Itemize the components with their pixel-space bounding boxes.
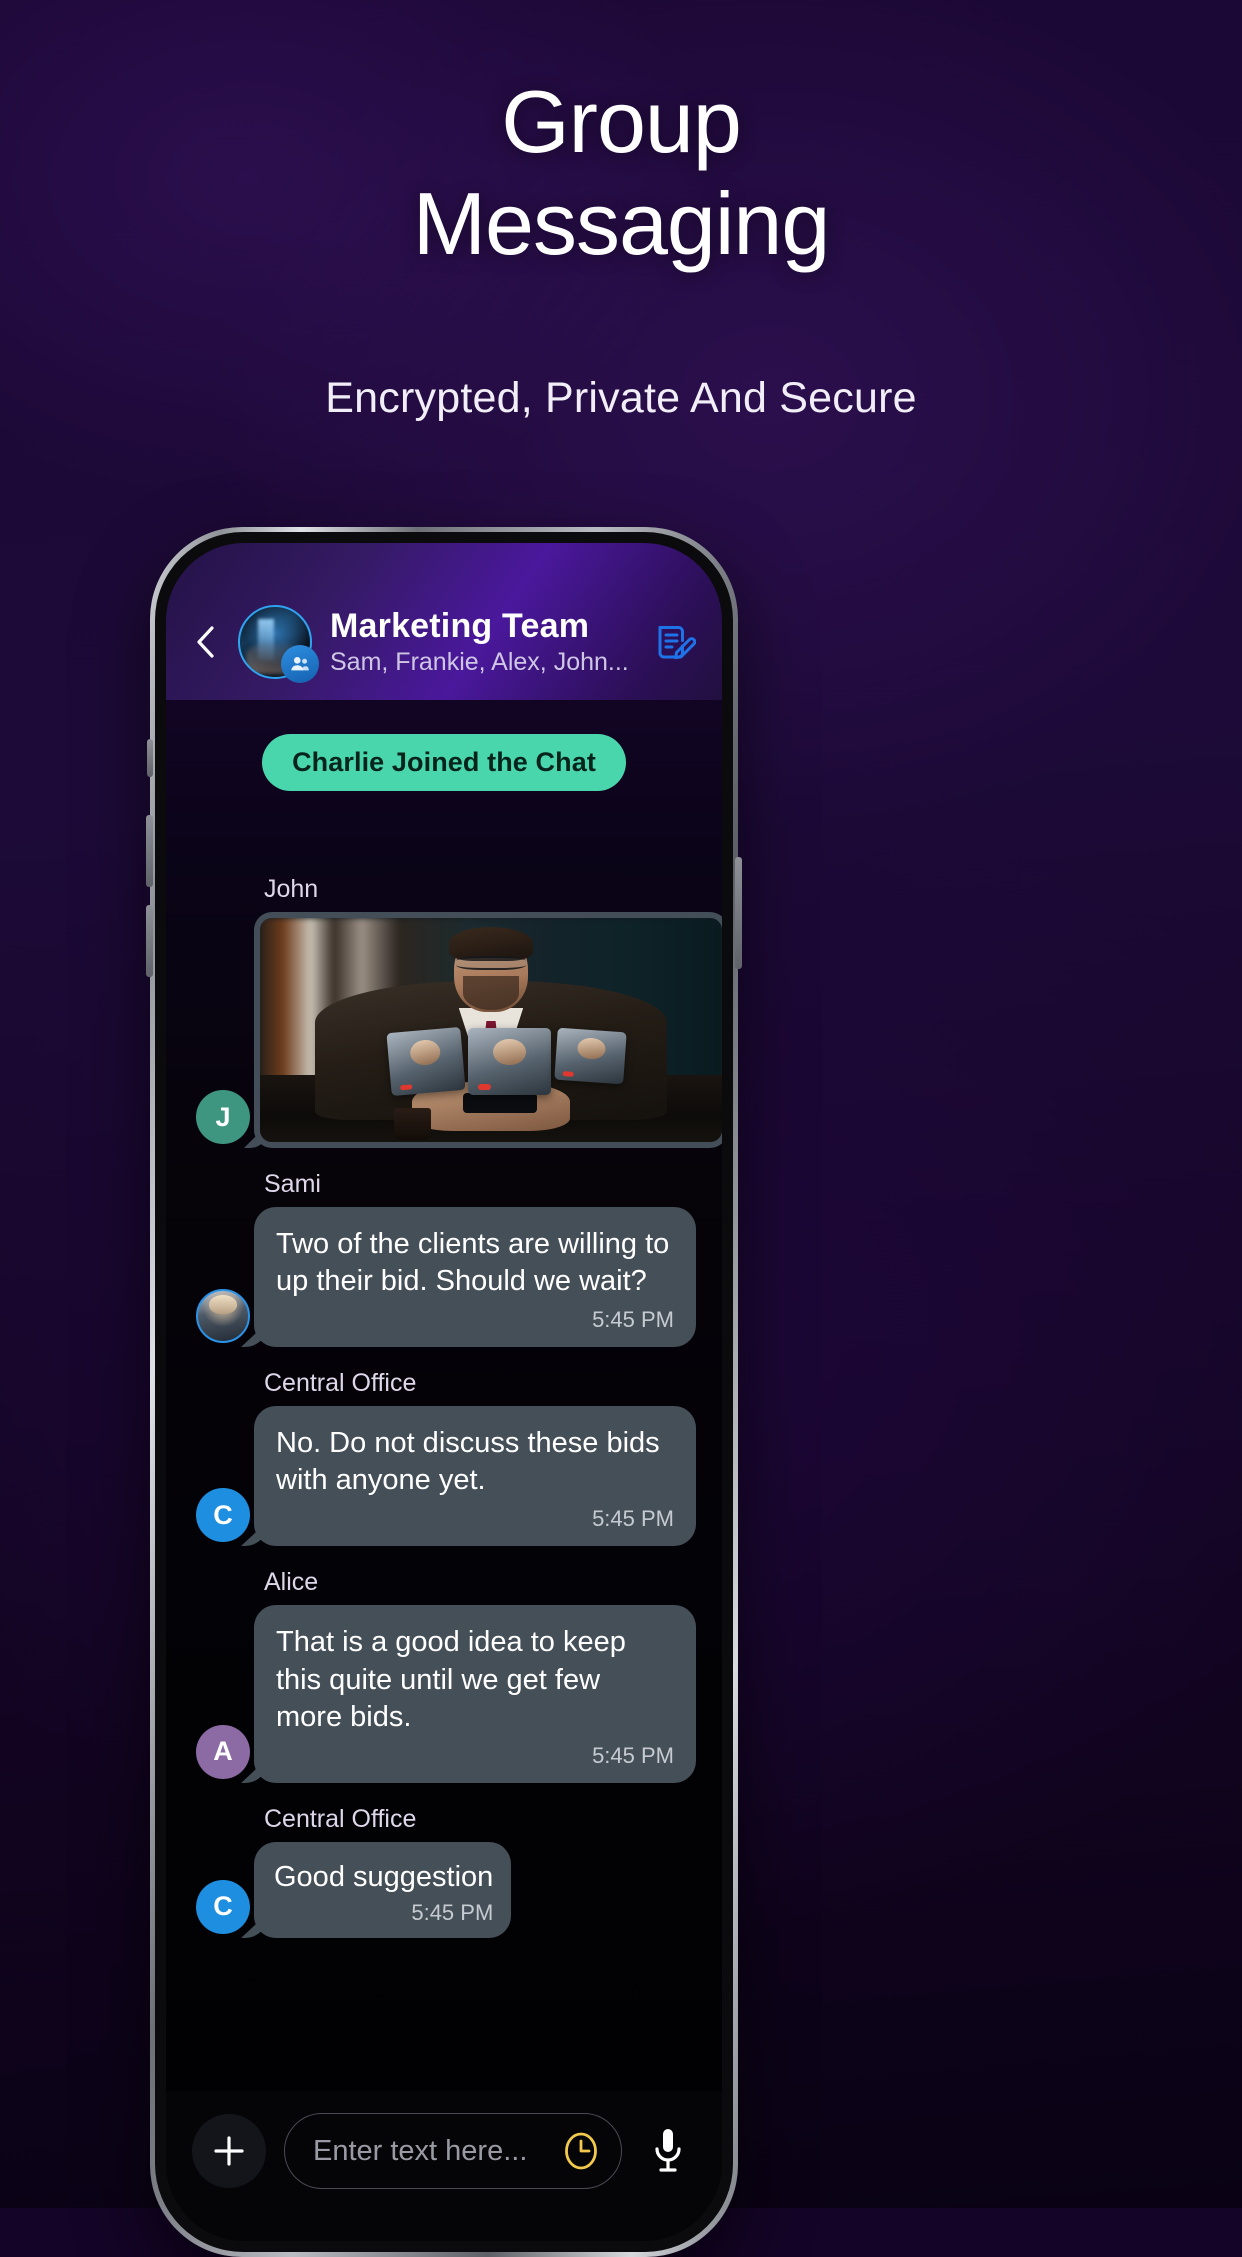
headline-line-2: Messaging bbox=[412, 174, 831, 273]
headline-line-1: Group bbox=[501, 72, 742, 171]
message-bubble[interactable]: No. Do not discuss these bids with anyon… bbox=[254, 1406, 696, 1547]
message-content: Central Office Good suggestion 5:45 PM bbox=[254, 1805, 696, 1938]
message-avatar-slot: C bbox=[192, 1488, 254, 1546]
plus-icon bbox=[214, 2136, 244, 2166]
avatar[interactable]: C bbox=[196, 1488, 250, 1543]
group-members-badge bbox=[281, 644, 319, 683]
clock-icon[interactable] bbox=[559, 2129, 603, 2173]
back-button[interactable] bbox=[184, 620, 228, 664]
chat-title: Marketing Team bbox=[330, 606, 590, 645]
volume-down-button[interactable] bbox=[146, 905, 153, 977]
message-content: Alice That is a good idea to keep this q… bbox=[254, 1568, 696, 1783]
volume-up-button[interactable] bbox=[146, 815, 153, 887]
avatar[interactable] bbox=[196, 1289, 250, 1344]
phone-mockup: Marketing Team Sam, Frankie, Alex, John.… bbox=[146, 527, 742, 2257]
video-call-tile bbox=[386, 1026, 466, 1096]
video-call-tile bbox=[467, 1027, 552, 1095]
message-sender: Central Office bbox=[264, 1804, 417, 1833]
compose-button[interactable] bbox=[646, 615, 700, 669]
message-sender: Sami bbox=[264, 1170, 321, 1198]
message-avatar-slot: J bbox=[192, 1090, 254, 1148]
message-bubble[interactable]: Two of the clients are willing to up the… bbox=[254, 1207, 696, 1348]
message-image[interactable] bbox=[260, 918, 722, 1142]
message-row: C Central Office No. Do not discuss thes… bbox=[192, 1369, 696, 1547]
microphone-icon bbox=[655, 2129, 681, 2172]
chat-header-text: Marketing Team Sam, Frankie, Alex, John.… bbox=[330, 607, 646, 677]
phone-screen: Marketing Team Sam, Frankie, Alex, John.… bbox=[166, 543, 722, 2241]
message-content: Sami Two of the clients are willing to u… bbox=[254, 1170, 696, 1348]
message-row: J John bbox=[192, 875, 722, 1148]
message-text: Two of the clients are willing to up the… bbox=[276, 1228, 670, 1298]
message-timestamp: 5:45 PM bbox=[592, 1742, 674, 1768]
end-call-icon bbox=[477, 1084, 492, 1091]
video-call-tile bbox=[553, 1027, 627, 1084]
avatar[interactable]: J bbox=[196, 1090, 250, 1144]
system-banner-row: Charlie Joined the Chat bbox=[192, 734, 696, 791]
message-text: No. Do not discuss these bids with anyon… bbox=[276, 1427, 660, 1497]
message-sender: John bbox=[264, 875, 319, 903]
chat-members-list: Sam, Frankie, Alex, John... bbox=[330, 647, 629, 676]
message-avatar-slot: C bbox=[192, 1879, 254, 1938]
message-content: Central Office No. Do not discuss these … bbox=[254, 1369, 696, 1547]
end-call-icon bbox=[400, 1084, 413, 1091]
message-row: C Central Office Good suggestion 5:45 PM bbox=[192, 1805, 696, 1938]
message-input-placeholder: Enter text here... bbox=[313, 2134, 528, 2167]
message-timestamp: 5:45 PM bbox=[592, 1307, 674, 1333]
message-input-field[interactable]: Enter text here... bbox=[284, 2113, 622, 2189]
group-avatar[interactable] bbox=[238, 604, 319, 683]
system-banner: Charlie Joined the Chat bbox=[262, 734, 626, 791]
message-text: That is a good idea to keep this quite u… bbox=[276, 1626, 626, 1733]
message-sender: Central Office bbox=[264, 1369, 417, 1398]
message-text: Good suggestion bbox=[274, 1860, 494, 1893]
message-row: Sami Two of the clients are willing to u… bbox=[192, 1170, 696, 1348]
avatar[interactable]: A bbox=[196, 1724, 250, 1779]
message-avatar-slot: A bbox=[192, 1724, 254, 1783]
voice-message-button[interactable] bbox=[640, 2121, 696, 2181]
image-coffee-cup bbox=[393, 1108, 431, 1140]
power-button[interactable] bbox=[735, 857, 742, 969]
message-sender: Alice bbox=[264, 1568, 319, 1597]
image-person-glasses bbox=[456, 956, 526, 970]
message-bubble[interactable]: That is a good idea to keep this quite u… bbox=[254, 1605, 696, 1783]
end-call-icon bbox=[562, 1071, 574, 1077]
add-attachment-button[interactable] bbox=[192, 2114, 266, 2188]
silent-switch[interactable] bbox=[147, 739, 153, 777]
image-person-beard bbox=[463, 976, 519, 1010]
message-content: John bbox=[254, 875, 722, 1148]
group-members-icon bbox=[291, 656, 309, 670]
chevron-left-icon bbox=[197, 625, 214, 658]
image-message-bubble[interactable] bbox=[254, 912, 722, 1148]
message-timestamp: 5:45 PM bbox=[411, 1899, 494, 1925]
message-avatar-slot bbox=[192, 1289, 254, 1347]
chat-header: Marketing Team Sam, Frankie, Alex, John.… bbox=[166, 543, 722, 700]
compose-note-icon bbox=[658, 625, 696, 659]
image-phone-device bbox=[463, 1092, 538, 1113]
phone-bezel: Marketing Team Sam, Frankie, Alex, John.… bbox=[155, 532, 733, 2252]
message-row: A Alice That is a good idea to keep this… bbox=[192, 1568, 696, 1783]
chat-message-list[interactable]: Charlie Joined the Chat J John Sami Two … bbox=[166, 700, 722, 2091]
message-input-bar: Enter text here... bbox=[166, 2091, 722, 2241]
promo-headline: Group Messaging bbox=[0, 78, 1242, 268]
message-timestamp: 5:45 PM bbox=[592, 1506, 674, 1532]
promo-subheadline: Encrypted, Private And Secure bbox=[325, 374, 917, 422]
message-bubble[interactable]: Good suggestion 5:45 PM bbox=[254, 1841, 512, 1938]
avatar[interactable]: C bbox=[196, 1879, 250, 1934]
